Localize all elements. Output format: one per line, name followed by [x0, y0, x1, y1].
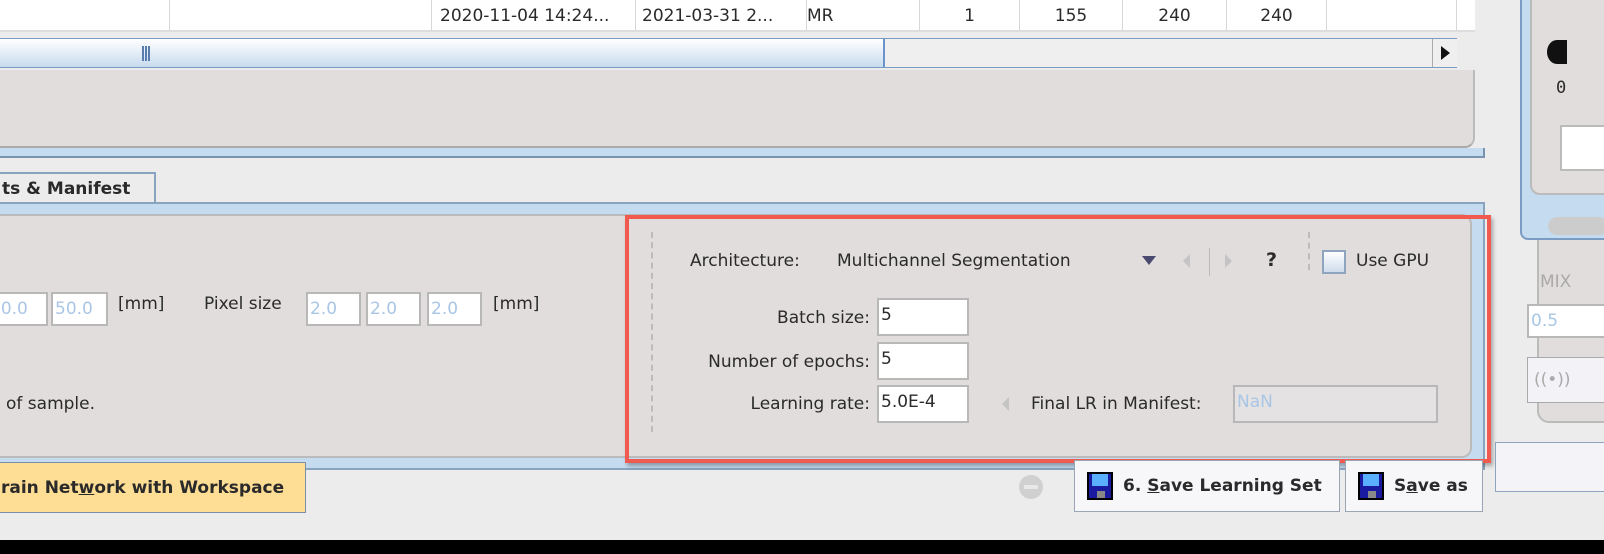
scroll-right-arrow[interactable] — [1432, 39, 1457, 67]
upper-panel — [0, 70, 1475, 148]
scrollbar-thumb[interactable] — [0, 39, 885, 67]
save-learning-set-button[interactable]: 6. Save Learning Set — [1074, 460, 1340, 512]
table-cell[interactable]: 2021-03-31 2... — [636, 0, 807, 30]
arrow-right-icon — [1440, 46, 1450, 60]
grip-icon — [142, 46, 150, 61]
mix-field[interactable]: 0.5 — [1527, 304, 1604, 338]
table-cell[interactable] — [170, 0, 432, 30]
table-cell[interactable]: 2020-11-04 14:24... — [432, 0, 636, 30]
table-cell[interactable]: 240 — [1123, 0, 1227, 30]
fov-unit: [mm] — [118, 294, 165, 314]
bottom-edge — [0, 540, 1604, 554]
right-bottom-box — [1495, 442, 1604, 492]
stop-icon — [1019, 475, 1043, 499]
table-cell[interactable]: MR — [807, 0, 920, 30]
floppy-icon — [1358, 472, 1384, 500]
contrast-icon — [1547, 40, 1567, 64]
train-label-suffix: ork with Workspace — [94, 478, 285, 498]
table-cell[interactable] — [1327, 0, 1457, 30]
highlight-box — [625, 215, 1491, 463]
save-as-button[interactable]: Save as — [1345, 460, 1483, 512]
pixel-size-field[interactable]: 2.0 — [427, 292, 482, 326]
panel-border — [0, 148, 1485, 158]
horizontal-scrollbar[interactable] — [0, 38, 1457, 68]
table-cell[interactable]: 1 — [920, 0, 1020, 30]
pixel-size-field[interactable]: 2.0 — [366, 292, 421, 326]
table-cell[interactable]: 240 — [1227, 0, 1327, 30]
floppy-icon — [1087, 472, 1113, 500]
train-network-button[interactable]: rain Network with Workspace — [0, 462, 306, 513]
zero-value: 0 — [1556, 78, 1567, 98]
save-as-label: Save as — [1394, 476, 1468, 496]
pixel-size-unit: [mm] — [493, 294, 540, 314]
table-cell[interactable] — [0, 0, 170, 30]
right-field[interactable] — [1560, 125, 1604, 171]
broadcast-icon: ((•)) — [1534, 370, 1571, 390]
sample-note: of sample. — [6, 394, 96, 414]
train-label-mnemonic: w — [78, 478, 95, 498]
fov-field[interactable]: 50.0 — [51, 292, 108, 326]
table-cell[interactable]: 155 — [1020, 0, 1123, 30]
mix-label: MIX — [1540, 272, 1572, 292]
table: 2020-11-04 14:24... 2021-03-31 2... MR 1… — [0, 0, 1475, 32]
slider-handle[interactable] — [1548, 217, 1604, 235]
pixel-size-field[interactable]: 2.0 — [306, 292, 361, 326]
train-label-prefix: rain Net — [1, 478, 79, 498]
save-learning-set-label: 6. Save Learning Set — [1123, 476, 1322, 496]
broadcast-button[interactable]: ((•)) — [1527, 357, 1604, 403]
fov-field[interactable]: 50.0 — [0, 292, 48, 326]
tab-results-manifest[interactable]: ts & Manifest — [0, 172, 156, 204]
pixel-size-label: Pixel size — [204, 294, 282, 314]
